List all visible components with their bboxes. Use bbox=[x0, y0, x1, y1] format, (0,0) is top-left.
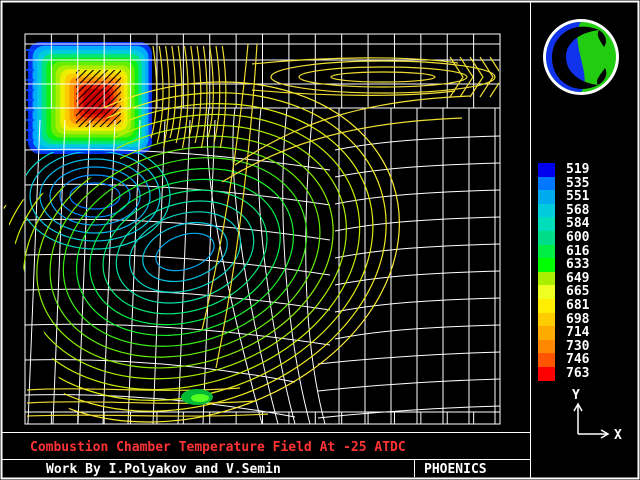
chart-title: Combustion Chamber Temperature Field At … bbox=[30, 440, 406, 455]
legend-value: 746 bbox=[566, 353, 589, 367]
legend-row: 665 bbox=[538, 285, 589, 299]
legend-value: 649 bbox=[566, 272, 589, 286]
legend-swatch bbox=[538, 190, 555, 204]
legend-row: 584 bbox=[538, 217, 589, 231]
legend-value: 730 bbox=[566, 340, 589, 354]
legend-value: 616 bbox=[566, 245, 589, 259]
legend-swatch bbox=[538, 163, 555, 177]
legend-row: 535 bbox=[538, 177, 589, 191]
legend-row: 616 bbox=[538, 245, 589, 259]
legend-swatch bbox=[538, 353, 555, 367]
legend-swatch bbox=[538, 245, 555, 259]
legend-swatch bbox=[538, 299, 555, 313]
legend-value: 535 bbox=[566, 177, 589, 191]
legend-swatch bbox=[538, 340, 555, 354]
legend-swatch bbox=[538, 272, 555, 286]
legend-value: 600 bbox=[566, 231, 589, 245]
legend-swatch bbox=[538, 367, 555, 381]
legend-value: 568 bbox=[566, 204, 589, 218]
legend-row: 568 bbox=[538, 204, 589, 218]
legend-row: 698 bbox=[538, 313, 589, 327]
credit-text: Work By I.Polyakov and V.Semin bbox=[46, 462, 281, 477]
x-axis-label: X bbox=[614, 428, 622, 443]
phoenics-logo-icon bbox=[543, 19, 619, 95]
legend-value: 698 bbox=[566, 313, 589, 327]
legend-value: 763 bbox=[566, 367, 589, 381]
hotspot-hatch bbox=[76, 70, 121, 127]
legend-swatch bbox=[538, 177, 555, 191]
legend-value: 551 bbox=[566, 190, 589, 204]
legend-row: 600 bbox=[538, 231, 589, 245]
legend-swatch bbox=[538, 326, 555, 340]
legend-swatch bbox=[538, 204, 555, 218]
legend-row: 519 bbox=[538, 163, 589, 177]
legend-row: 763 bbox=[538, 367, 589, 381]
legend-value: 714 bbox=[566, 326, 589, 340]
legend-value: 633 bbox=[566, 258, 589, 272]
legend-row: 681 bbox=[538, 299, 589, 313]
y-axis-label: Y bbox=[572, 388, 580, 403]
axis-indicator bbox=[574, 404, 608, 438]
legend-swatch bbox=[538, 217, 555, 231]
legend-swatch bbox=[538, 258, 555, 272]
legend-swatch bbox=[538, 231, 555, 245]
brand-label: PHOENICS bbox=[424, 462, 487, 477]
legend-value: 681 bbox=[566, 299, 589, 313]
legend-row: 649 bbox=[538, 272, 589, 286]
legend-swatch bbox=[538, 285, 555, 299]
temperature-legend: 5195355515685846006166336496656816987147… bbox=[538, 163, 589, 381]
legend-row: 746 bbox=[538, 353, 589, 367]
legend-row: 714 bbox=[538, 326, 589, 340]
phoenics-screen: Combustion Chamber Temperature Field At … bbox=[0, 0, 640, 480]
legend-value: 519 bbox=[566, 163, 589, 177]
legend-swatch bbox=[538, 313, 555, 327]
legend-value: 665 bbox=[566, 285, 589, 299]
legend-row: 551 bbox=[538, 190, 589, 204]
legend-row: 633 bbox=[538, 258, 589, 272]
legend-value: 584 bbox=[566, 217, 589, 231]
legend-row: 730 bbox=[538, 340, 589, 354]
